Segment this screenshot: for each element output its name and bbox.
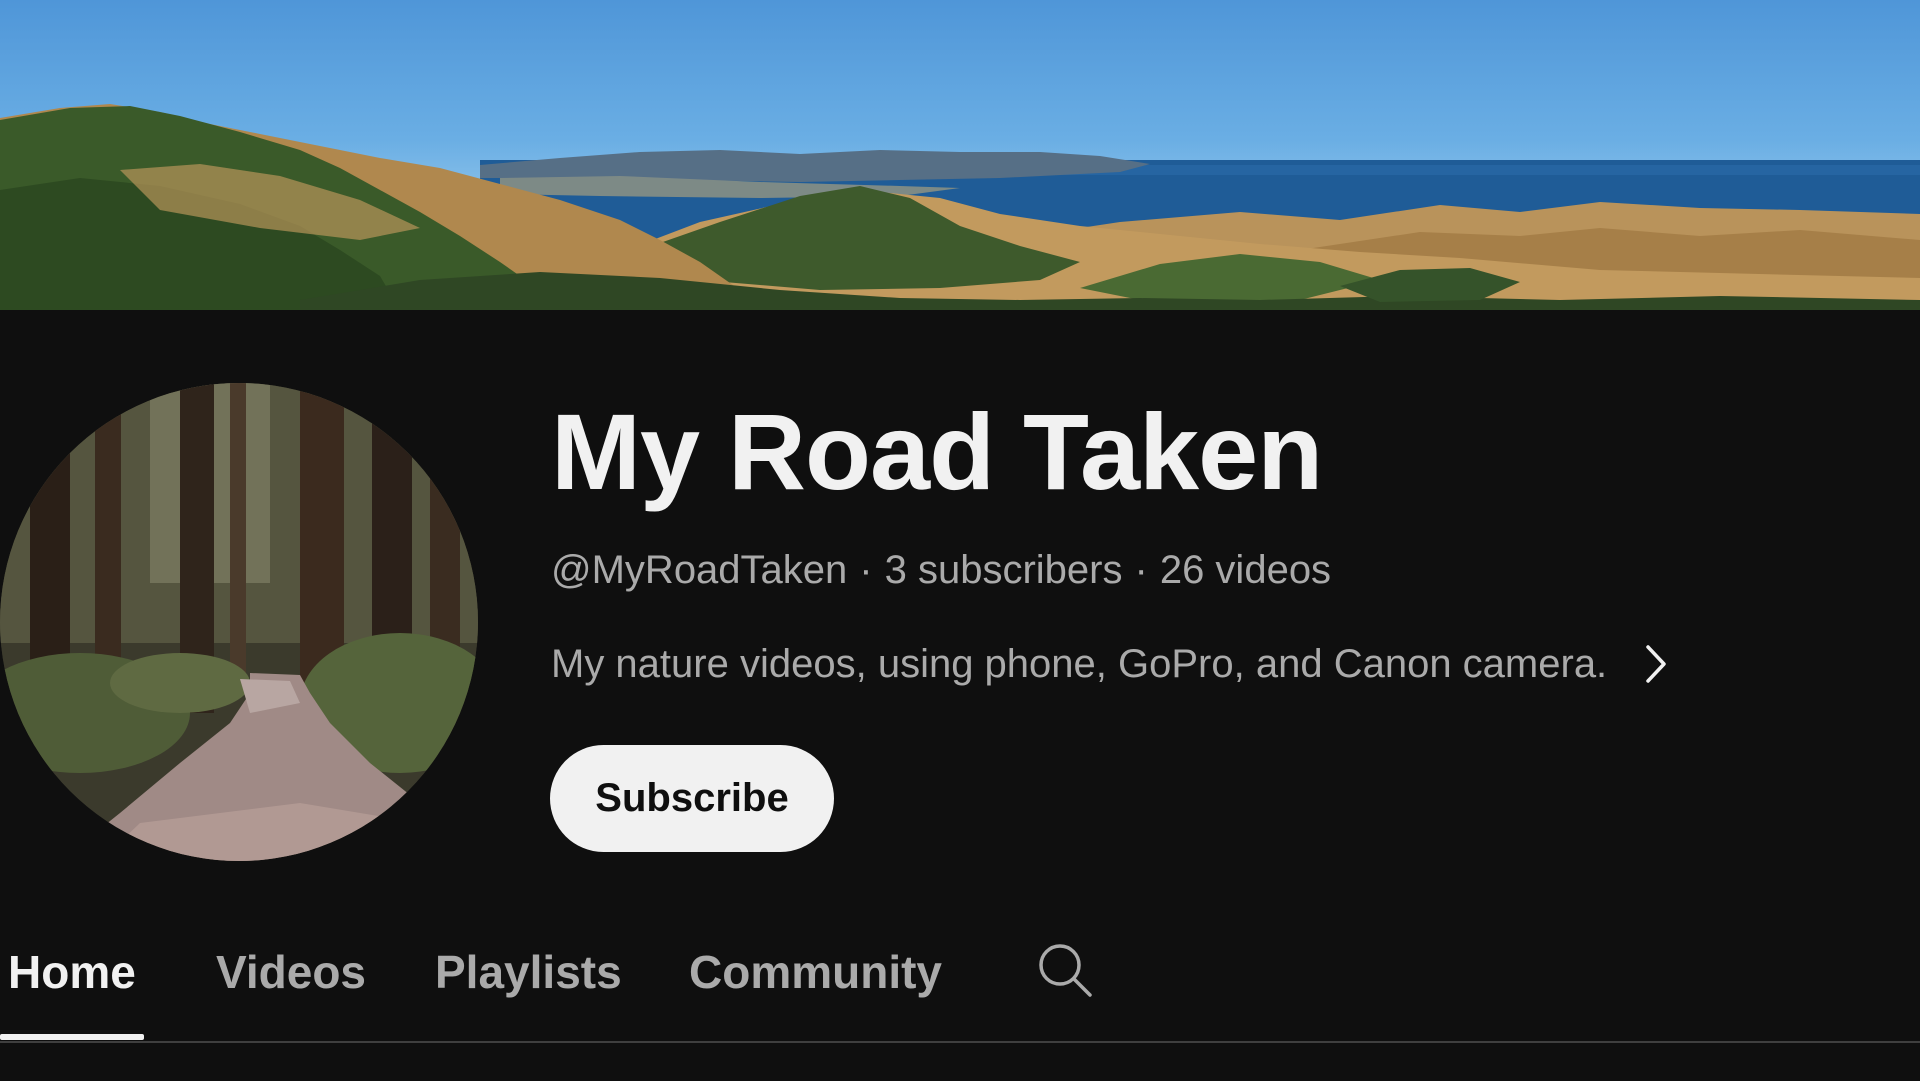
channel-page: My Road Taken @MyRoadTaken · 3 subscribers…: [0, 0, 1920, 1081]
chevron-right-icon[interactable]: [1641, 642, 1671, 686]
tab-videos[interactable]: Videos: [216, 930, 366, 1042]
tab-playlists[interactable]: Playlists: [435, 930, 622, 1042]
tab-home[interactable]: Home: [8, 930, 136, 1042]
avatar-forest-road-image: [0, 383, 478, 861]
channel-avatar[interactable]: [0, 383, 478, 861]
channel-info: My Road Taken @MyRoadTaken · 3 subscribers…: [551, 388, 1851, 689]
channel-description: My nature videos, using phone, GoPro, an…: [551, 642, 1608, 686]
channel-description-link[interactable]: My nature videos, using phone, GoPro, an…: [551, 639, 1851, 689]
video-count: 26 videos: [1159, 548, 1332, 592]
channel-tabs: Home Videos Playlists Community: [0, 930, 1920, 1042]
channel-meta: @MyRoadTaken · 3 subscribers · 26 videos: [551, 545, 1851, 595]
meta-separator: ·: [1134, 548, 1148, 592]
channel-name: My Road Taken: [551, 391, 1323, 512]
meta-separator: ·: [859, 548, 873, 592]
channel-banner: [0, 0, 1920, 310]
active-tab-indicator: [0, 1034, 144, 1040]
tab-community[interactable]: Community: [689, 930, 942, 1042]
subscriber-count: 3 subscribers: [884, 548, 1123, 592]
subscribe-button[interactable]: Subscribe: [550, 745, 834, 852]
search-icon[interactable]: [1035, 940, 1095, 1000]
channel-handle: @MyRoadTaken: [551, 548, 848, 592]
tabs-divider: [0, 1041, 1920, 1043]
banner-landscape-image: [0, 104, 1920, 310]
